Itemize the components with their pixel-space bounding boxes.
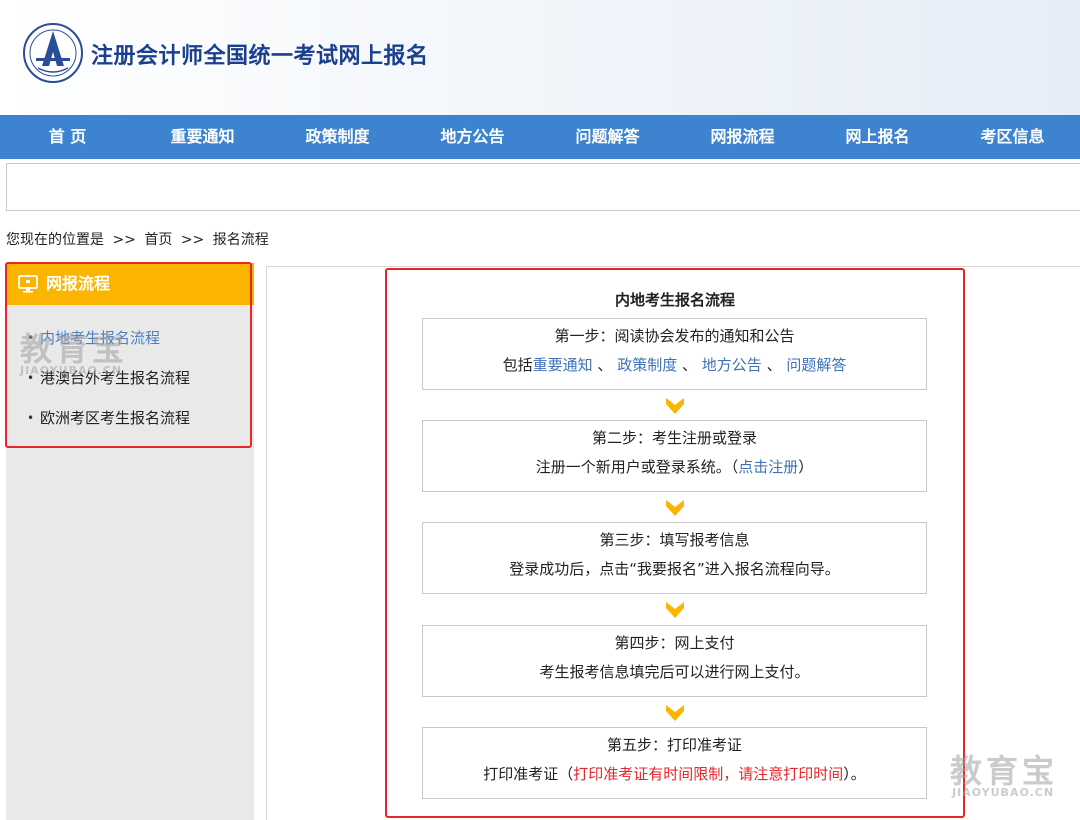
nav-registration-process[interactable]: 网报流程 [675,115,810,159]
print-time-warning: 打印准考证有时间限制，请注意打印时间 [573,765,844,783]
nav-online-registration[interactable]: 网上报名 [810,115,945,159]
arrow-down-icon [666,500,684,516]
step-4-box: 第四步：网上支付 考生报考信息填完后可以进行网上支付。 [422,625,927,697]
breadcrumb: 您现在的位置是 >> 首页 >> 报名流程 [6,229,273,249]
step-2-box: 第二步：考生注册或登录 注册一个新用户或登录系统。（点击注册） [422,420,927,492]
breadcrumb-separator: >> [180,232,205,248]
flow-title: 内地考生报名流程 [614,291,735,309]
arrow-down-icon [666,705,684,721]
nav-local-announcements[interactable]: 地方公告 [405,115,540,159]
step-2-title: 第二步：考生注册或登录 [591,429,757,447]
step-5-desc: 打印准考证（打印准考证有时间限制，请注意打印时间）。 [423,764,926,784]
site-header: 注册会计师全国统一考试网上报名 [0,0,1080,115]
sidebar-header-label: 网报流程 [46,274,111,293]
nav-home[interactable]: 首 页 [0,115,135,159]
step-1-prefix: 包括 [502,356,533,374]
link-policies[interactable]: 政策制度 [617,356,677,374]
step-1-box: 第一步：阅读协会发布的通知和公告 包括重要通知 、 政策制度 、 地方公告 、 … [422,318,927,390]
step-4-desc: 考生报考信息填完后可以进行网上支付。 [539,663,810,681]
site-title: 注册会计师全国统一考试网上报名 [91,44,429,69]
step-5-box: 第五步：打印准考证 打印准考证（打印准考证有时间限制，请注意打印时间）。 [422,727,927,799]
banner-area [6,163,1080,211]
step-3-box: 第三步：填写报考信息 登录成功后，点击“我要报名”进入报名流程向导。 [422,522,927,594]
sidebar-header: 网报流程 [6,263,254,305]
separator: 、 [592,356,613,374]
register-link[interactable]: 点击注册 [738,458,798,476]
link-local-announcements[interactable]: 地方公告 [702,356,762,374]
sidebar-item-hk-macau-taiwan-foreign[interactable]: 港澳台外考生报名流程 [6,365,254,405]
breadcrumb-current: 报名流程 [212,232,269,248]
breadcrumb-prefix: 您现在的位置是 [6,232,104,248]
sidebar: 网报流程 内地考生报名流程 港澳台外考生报名流程 欧洲考区考生报名流程 [6,263,254,820]
nav-faq[interactable]: 问题解答 [540,115,675,159]
step-4-title: 第四步：网上支付 [614,634,735,652]
breadcrumb-separator: >> [112,232,136,248]
breadcrumb-home[interactable]: 首页 [144,232,172,248]
sidebar-list: 内地考生报名流程 港澳台外考生报名流程 欧洲考区考生报名流程 [6,305,254,445]
arrow-down-icon [666,602,684,618]
link-faq[interactable]: 问题解答 [786,356,846,374]
step-3-desc: 登录成功后，点击“我要报名”进入报名流程向导。 [509,560,840,578]
main-nav: 首 页 重要通知 政策制度 地方公告 问题解答 网报流程 网上报名 考区信息 [0,115,1080,159]
nav-policies[interactable]: 政策制度 [270,115,405,159]
sidebar-item-mainland[interactable]: 内地考生报名流程 [6,325,254,365]
step-5-prefix: 打印准考证（ [483,765,574,783]
step-2-text: 注册一个新用户或登录系统。（ [535,458,739,476]
nav-exam-area-info[interactable]: 考区信息 [945,115,1080,159]
step-2-suffix: ） [798,458,814,476]
step-5-title: 第五步：打印准考证 [606,736,742,754]
step-5-suffix: ）。 [843,765,866,783]
separator: 、 [677,356,697,374]
arrow-down-icon [666,398,684,414]
step-3-title: 第三步：填写报考信息 [599,531,750,549]
monitor-icon [18,275,38,293]
step-1-desc: 包括重要通知 、 政策制度 、 地方公告 、 问题解答 [423,355,926,375]
step-2-desc: 注册一个新用户或登录系统。（点击注册） [423,457,926,477]
separator: 、 [761,356,782,374]
nav-important-notices[interactable]: 重要通知 [135,115,270,159]
link-important-notices[interactable]: 重要通知 [533,356,593,374]
sidebar-item-europe[interactable]: 欧洲考区考生报名流程 [6,405,254,445]
cicpa-logo [23,23,83,83]
step-1-title: 第一步：阅读协会发布的通知和公告 [554,327,795,345]
